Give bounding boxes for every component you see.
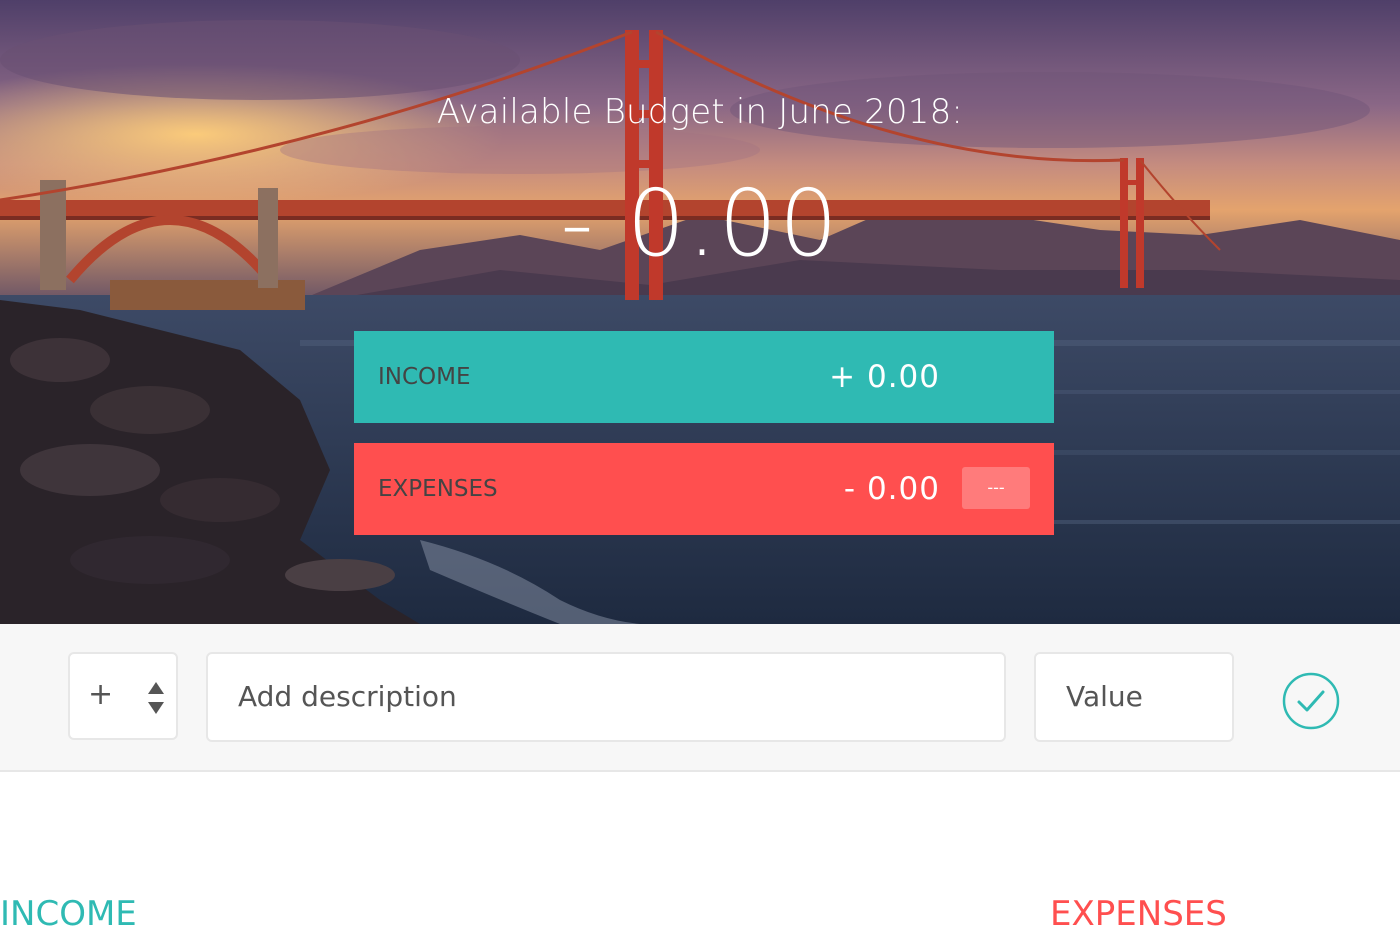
expenses-percentage-badge: ---	[962, 467, 1030, 509]
expenses-summary-value: - 0.00	[843, 471, 940, 507]
header-hero: Available Budget in June 2018: - 0.00 IN…	[0, 0, 1400, 624]
add-item-button[interactable]	[1282, 672, 1340, 730]
type-select-value: +	[88, 677, 114, 712]
sort-arrows-icon	[148, 682, 164, 714]
description-input[interactable]: Add description	[206, 652, 1006, 742]
value-input[interactable]: Value	[1034, 652, 1234, 742]
income-list-title: INCOME	[0, 894, 137, 934]
budget-title: Available Budget in June 2018:	[436, 92, 964, 132]
type-select[interactable]: +	[68, 652, 178, 740]
income-summary-value: + 0.00	[829, 359, 940, 395]
checkmark-circle-icon	[1282, 672, 1340, 730]
expenses-summary: EXPENSES - 0.00 ---	[354, 443, 1054, 535]
budget-value: - 0.00	[560, 170, 840, 277]
income-summary: INCOME + 0.00	[354, 331, 1054, 423]
expenses-list-title: EXPENSES	[1050, 894, 1227, 934]
add-item-bar: + Add description Value	[0, 624, 1400, 772]
